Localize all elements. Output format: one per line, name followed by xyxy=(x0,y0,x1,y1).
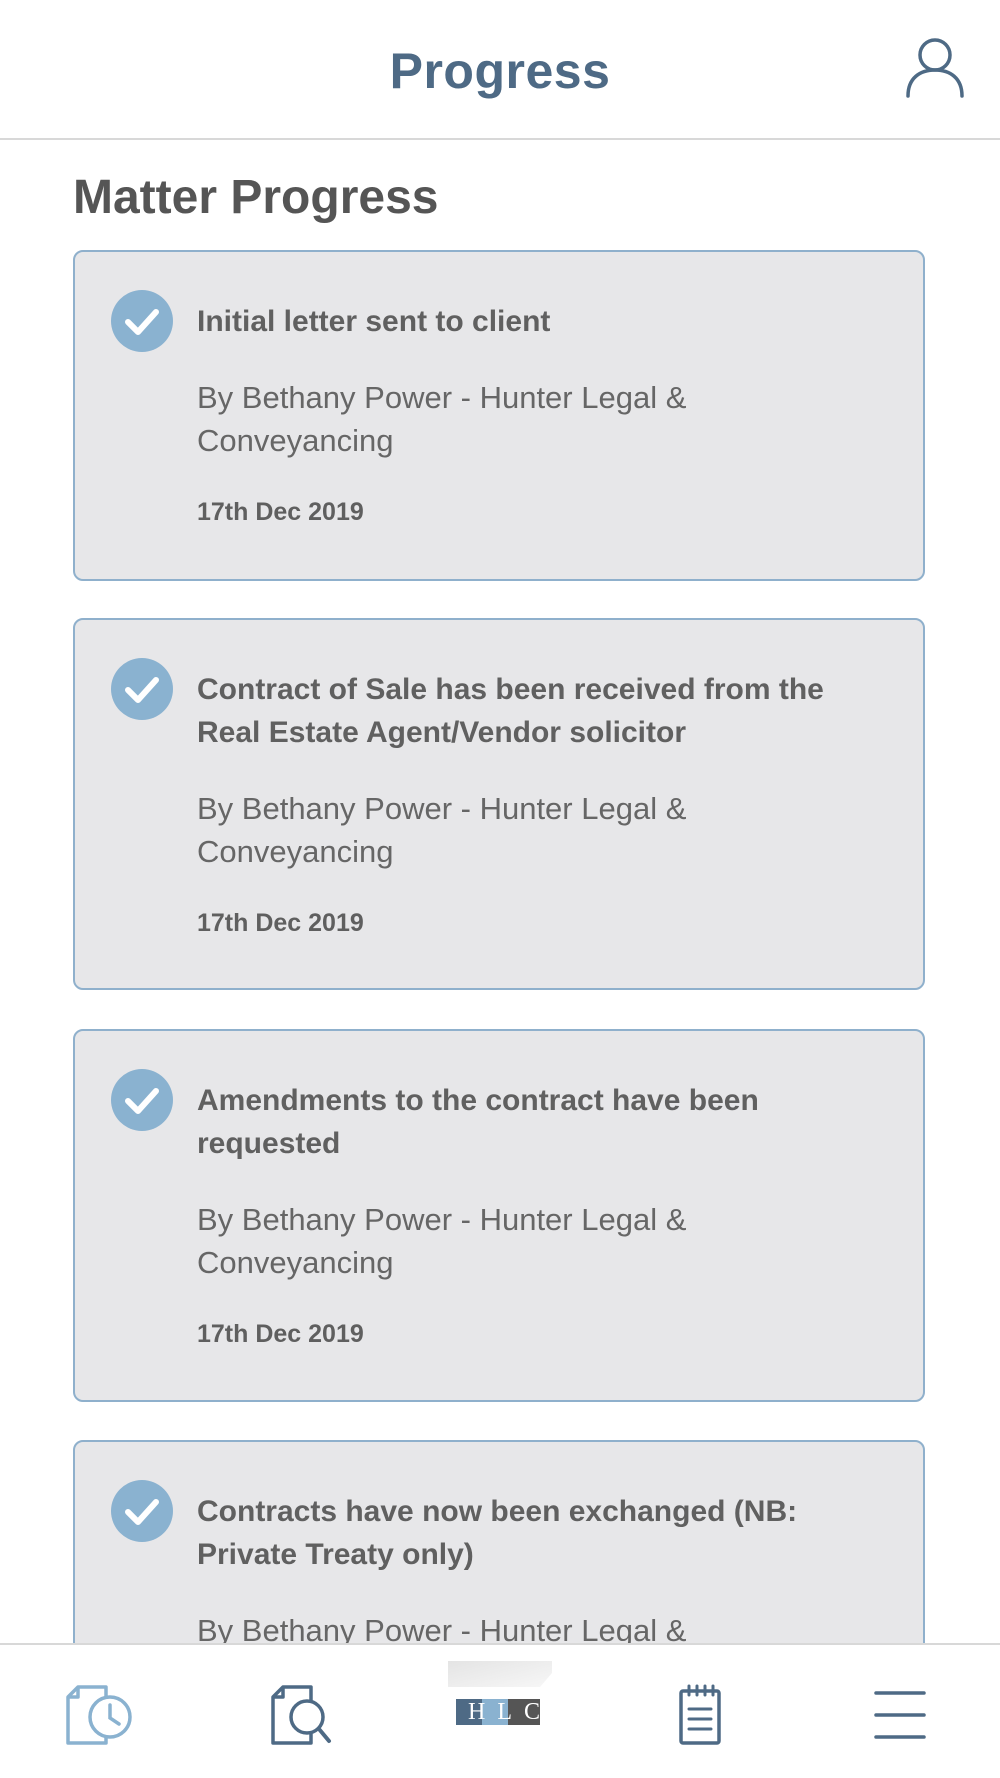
progress-author: By Bethany Power - Hunter Legal & Convey… xyxy=(197,1202,687,1280)
document-search-icon[interactable] xyxy=(262,1675,342,1755)
progress-title: Initial letter sent to client xyxy=(197,305,551,338)
check-circle-icon xyxy=(111,290,173,352)
progress-title: Amendments to the contract have been req… xyxy=(197,1084,759,1160)
progress-card: Contracts have now been exchanged (NB: P… xyxy=(73,1440,925,1643)
progress-list-scroll[interactable]: Matter Progress Initial letter sent to c… xyxy=(0,140,1000,1643)
page-title: Progress xyxy=(389,43,611,99)
app-screen: Progress Matter Progress Initial letter … xyxy=(0,0,1000,1778)
user-profile-icon[interactable] xyxy=(902,34,968,100)
section-title: Matter Progress xyxy=(73,171,439,224)
progress-author: By Bethany Power - Hunter Legal & Convey… xyxy=(197,791,687,869)
progress-card: Initial letter sent to client By Bethany… xyxy=(73,250,925,581)
progress-date: 17th Dec 2019 xyxy=(197,1320,364,1348)
bottom-nav: HLC xyxy=(0,1643,1000,1778)
progress-title: Contracts have now been exchanged (NB: P… xyxy=(197,1495,798,1571)
progress-title: Contract of Sale has been received from … xyxy=(197,673,824,749)
logo-text: HLC xyxy=(468,1699,552,1725)
document-clock-icon[interactable] xyxy=(60,1675,140,1755)
notepad-icon[interactable] xyxy=(660,1675,740,1755)
check-circle-icon xyxy=(111,658,173,720)
progress-date: 17th Dec 2019 xyxy=(197,909,364,937)
check-circle-icon xyxy=(111,1069,173,1131)
hlc-logo[interactable]: HLC xyxy=(448,1661,552,1731)
check-circle-icon xyxy=(111,1480,173,1542)
progress-author: By Bethany Power - Hunter Legal & Convey… xyxy=(197,380,687,458)
header-bar: Progress xyxy=(0,0,1000,140)
progress-author: By Bethany Power - Hunter Legal & Convey… xyxy=(197,1613,687,1643)
progress-card: Contract of Sale has been received from … xyxy=(73,618,925,990)
progress-date: 17th Dec 2019 xyxy=(197,498,364,526)
progress-card: Amendments to the contract have been req… xyxy=(73,1029,925,1402)
hamburger-menu-icon[interactable] xyxy=(860,1675,940,1755)
